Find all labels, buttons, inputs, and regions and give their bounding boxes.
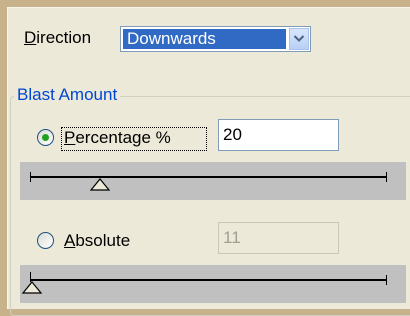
absolute-radio[interactable] [37, 232, 54, 249]
absolute-slider-area [20, 265, 406, 303]
absolute-input[interactable]: 11 [218, 222, 339, 254]
percentage-label: Percentage % [64, 128, 171, 148]
direction-select[interactable]: Downwards [120, 26, 311, 52]
percentage-radio[interactable] [37, 129, 54, 146]
chevron-down-icon [293, 35, 305, 42]
percentage-slider-thumb[interactable] [89, 178, 111, 192]
direction-label-rest: irection [36, 28, 92, 47]
percentage-slider-track[interactable] [30, 176, 387, 178]
direction-label-first-letter: D [24, 28, 37, 47]
absolute-slider-thumb[interactable] [21, 281, 43, 295]
radio-selected-dot [42, 134, 49, 141]
slider-left-stop [30, 172, 31, 182]
percentage-slider-area [20, 162, 406, 200]
absolute-label-rest: bsolute [75, 231, 131, 250]
percentage-label-rest: ercentage % [75, 128, 171, 147]
absolute-label: Absolute [64, 231, 130, 251]
absolute-label-first-letter: A [64, 231, 76, 250]
dropdown-button[interactable] [289, 28, 309, 50]
blast-amount-title: Blast Amount [14, 85, 121, 105]
absolute-slider-track[interactable] [30, 279, 387, 281]
direction-selected-value: Downwards [123, 29, 286, 49]
percentage-input[interactable]: 20 [218, 119, 339, 151]
percentage-label-first-letter: P [64, 128, 76, 147]
slider-right-stop [386, 275, 387, 285]
direction-label: Direction [24, 28, 91, 48]
slider-right-stop [386, 172, 387, 182]
